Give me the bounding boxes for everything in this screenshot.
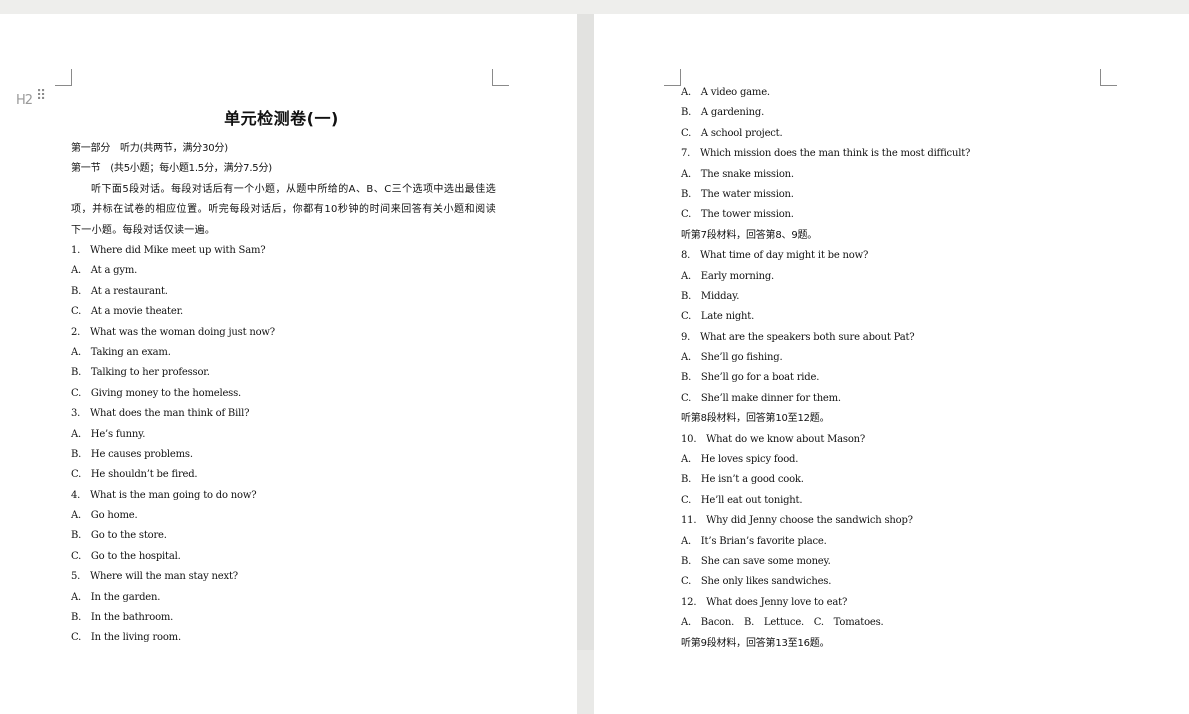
text-line: C. In the living room. <box>71 632 181 644</box>
margin-corner-mark <box>55 69 72 86</box>
text-line: 12. What does Jenny love to eat? <box>681 596 848 608</box>
drag-handle-icon[interactable]: ⠿ <box>36 89 46 103</box>
text-line: B. The water mission. <box>681 188 794 200</box>
text-line: B. Go to the store. <box>71 530 167 542</box>
margin-corner-mark <box>492 69 509 86</box>
text-line: C. At a movie theater. <box>71 306 184 318</box>
text-line: B. A gardening. <box>681 107 765 119</box>
text-line: 听第9段材料，回答第13至16题。 <box>681 637 830 649</box>
text-line: 7. Which mission does the man think is t… <box>681 148 971 160</box>
text-line: C. The tower mission. <box>681 209 794 221</box>
text-line: B. At a restaurant. <box>71 285 168 297</box>
text-line: A. It’s Brian’s favorite place. <box>681 535 827 547</box>
window-top-strip <box>0 0 1189 14</box>
margin-corner-mark <box>664 69 681 86</box>
text-line: B. She can save some money. <box>681 555 831 567</box>
text-line: C. She’ll make dinner for them. <box>681 392 841 404</box>
text-line: 5. Where will the man stay next? <box>71 571 238 583</box>
text-line: B. Talking to her professor. <box>71 367 210 379</box>
text-line: A. At a gym. <box>71 265 138 277</box>
text-line: B. She’ll go for a boat ride. <box>681 372 820 384</box>
text-line: 3. What does the man think of Bill? <box>71 408 250 420</box>
left-page-content: 第一部分 听力(共两节，满分30分) 第一节 (共5小题；每小题1.5分，满分7.… <box>71 139 496 649</box>
text-line: C. A school project. <box>681 127 783 139</box>
text-line: 第一节 (共5小题；每小题1.5分，满分7.5分) <box>71 163 272 175</box>
text-line: C. He’ll eat out tonight. <box>681 494 803 506</box>
text-line: A. She’ll go fishing. <box>681 352 783 364</box>
text-line: C. He shouldn’t be fired. <box>71 469 198 481</box>
right-page-content: A. A video game. B. A gardening. C. A scho… <box>681 83 1111 654</box>
text-line: A. Bacon. B. Lettuce. C. Tomatoes. <box>681 617 884 629</box>
text-line: C. Late night. <box>681 311 755 323</box>
text-line: B. He isn’t a good cook. <box>681 474 804 486</box>
text-line: C. She only likes sandwiches. <box>681 576 832 588</box>
document-title: 单元检测卷(一) <box>224 109 339 128</box>
text-line: C. Giving money to the homeless. <box>71 387 242 399</box>
text-line: 2. What was the woman doing just now? <box>71 326 275 338</box>
text-line: B. He causes problems. <box>71 448 193 460</box>
text-line: 1. Where did Mike meet up with Sam? <box>71 245 266 256</box>
text-line: A. He’s funny. <box>71 428 146 440</box>
text-line: 听第7段材料，回答第8、9题。 <box>681 229 818 241</box>
text-line: A. The snake mission. <box>681 168 794 180</box>
text-line: 4. What is the man going to do now? <box>71 489 257 501</box>
page-gap <box>577 14 594 650</box>
text-line: 10. What do we know about Mason? <box>681 433 866 445</box>
text-line: 11. Why did Jenny choose the sandwich sh… <box>681 515 913 527</box>
text-line: A. Go home. <box>71 510 138 522</box>
text-line: 第一部分 听力(共两节，满分30分) <box>71 143 228 154</box>
text-line: 听第8段材料，回答第10至12题。 <box>681 413 830 425</box>
text-line: A. A video game. <box>681 87 770 98</box>
text-line: A. Taking an exam. <box>71 346 171 358</box>
instruction-paragraph: 听下面5段对话。每段对话后有一个小题，从题中所给的A、B、C三个选项中选出最佳选… <box>71 183 496 236</box>
text-line: B. Midday. <box>681 290 740 302</box>
text-line: C. Go to the hospital. <box>71 550 181 562</box>
text-line: A. He loves spicy food. <box>681 454 799 466</box>
text-line: 8. What time of day might it be now? <box>681 250 869 262</box>
text-line: A. Early morning. <box>681 270 775 282</box>
text-line: B. In the bathroom. <box>71 612 174 624</box>
text-line: 9. What are the speakers both sure about… <box>681 331 915 343</box>
text-line: A. In the garden. <box>71 591 161 603</box>
